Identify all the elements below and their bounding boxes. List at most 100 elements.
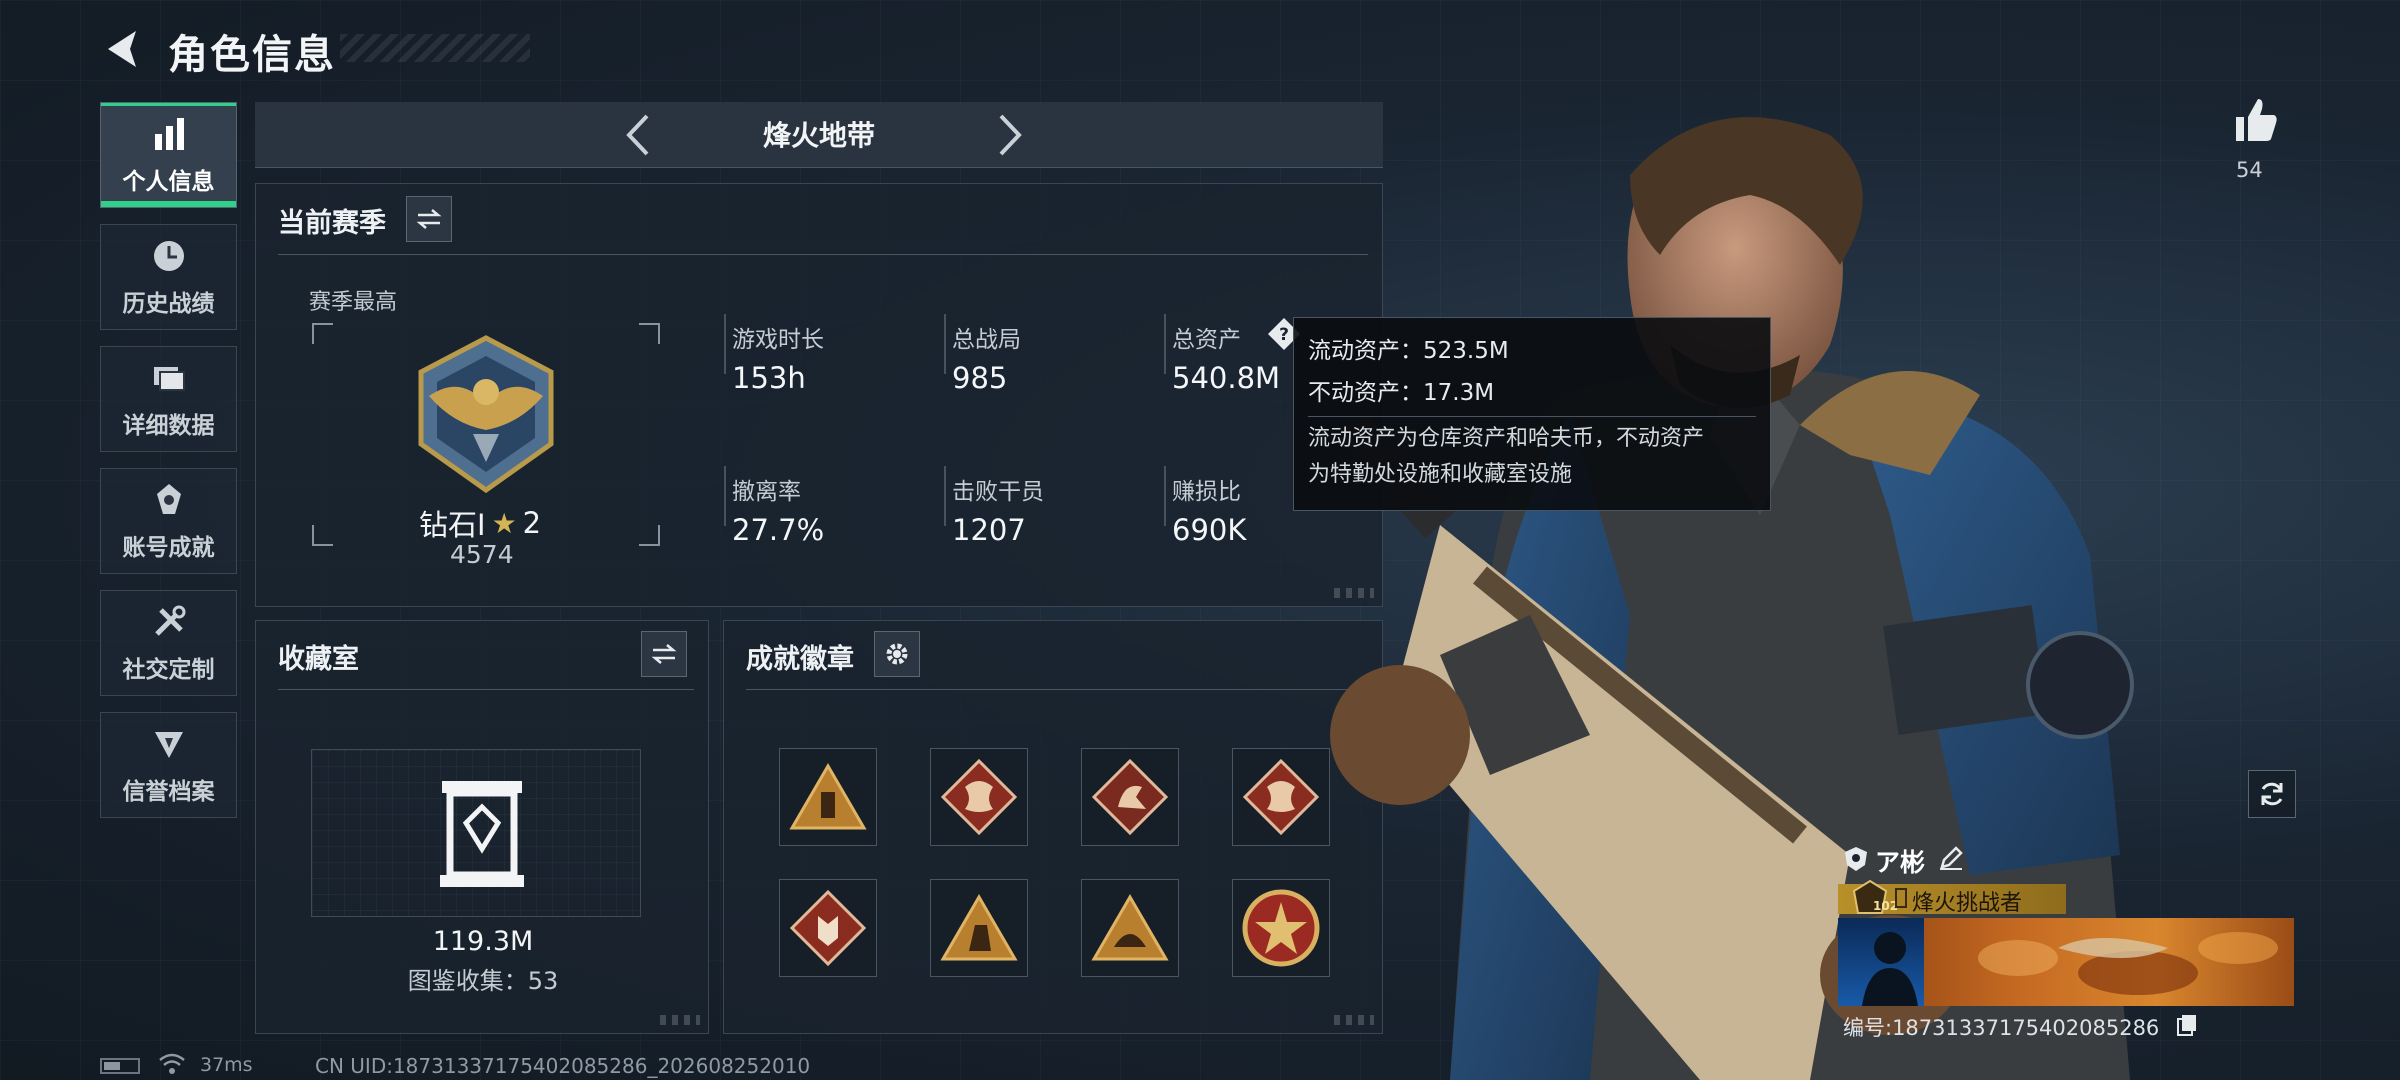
badge-slot[interactable] bbox=[930, 879, 1028, 977]
season-title: 当前赛季 bbox=[278, 208, 386, 239]
mode-selector: 烽火地带 bbox=[255, 102, 1383, 168]
rank-stars: 2 bbox=[522, 506, 542, 540]
player-avatar[interactable] bbox=[1838, 918, 1924, 1006]
switch-collection-button[interactable] bbox=[641, 631, 687, 677]
uid-text: CN UID:18731337175402085286_202608252010 bbox=[315, 1054, 811, 1078]
badge-slot[interactable] bbox=[1232, 879, 1330, 977]
credibility-icon bbox=[154, 732, 183, 758]
ping-text: 37ms bbox=[200, 1054, 253, 1076]
divider bbox=[1308, 416, 1756, 417]
collection-title: 收藏室 bbox=[278, 644, 359, 675]
avatar-silhouette bbox=[1862, 932, 1918, 1006]
stat-label-profit-ratio: 赚损比 bbox=[1172, 479, 1241, 505]
wrench-icon bbox=[154, 605, 185, 636]
assets-tooltip: 流动资产：523.5M 不动资产：17.3M 流动资产为仓库资产和哈夫币，不动资… bbox=[1293, 317, 1771, 511]
stat-divider bbox=[724, 466, 726, 526]
sidebar-item-label: 账号成就 bbox=[122, 535, 215, 561]
wolf-badge-icon bbox=[789, 889, 867, 967]
badges-title: 成就徽章 bbox=[746, 644, 854, 675]
stat-divider bbox=[724, 314, 726, 374]
shield-icon bbox=[1845, 847, 1867, 871]
dragon-badge-icon bbox=[940, 758, 1018, 836]
collection-panel: 收藏室 119.3M 图鉴收集：53 bbox=[255, 620, 709, 1034]
season-best-label: 赛季最高 bbox=[309, 290, 398, 315]
refresh-button[interactable] bbox=[2248, 770, 2296, 818]
tooltip-description-1: 流动资产为仓库资产和哈夫币，不动资产 bbox=[1308, 426, 1705, 451]
folder-icon bbox=[153, 367, 185, 391]
triangle-badge-icon bbox=[940, 894, 1018, 961]
badge-slot[interactable] bbox=[1232, 748, 1330, 846]
page-title: 角色信息 bbox=[168, 32, 336, 78]
badge-slot[interactable] bbox=[779, 748, 877, 846]
stat-value-profit-ratio: 690K bbox=[1172, 513, 1247, 547]
divider bbox=[278, 689, 694, 690]
sidebar-item-label: 信誉档案 bbox=[122, 779, 215, 805]
stat-value-extraction-rate: 27.7% bbox=[732, 513, 825, 547]
stat-divider bbox=[1164, 314, 1166, 374]
thumbs-up-icon[interactable] bbox=[2230, 95, 2280, 145]
sidebar-item-label: 详细数据 bbox=[122, 413, 215, 439]
swap-icon bbox=[416, 209, 442, 229]
badge-slot[interactable] bbox=[1081, 879, 1179, 977]
stat-value-matches: 985 bbox=[952, 361, 1008, 395]
achievement-icon bbox=[156, 484, 181, 514]
sidebar-item-achievements[interactable]: 账号成就 bbox=[100, 468, 237, 574]
sidebar-item-label: 个人信息 bbox=[122, 169, 215, 195]
svg-text:?: ? bbox=[1279, 325, 1289, 345]
corner-decoration bbox=[660, 1015, 700, 1025]
title-icon bbox=[1895, 888, 1907, 908]
gear-icon bbox=[886, 643, 908, 665]
clock-icon bbox=[153, 241, 184, 271]
chevron-right-icon[interactable] bbox=[983, 110, 1033, 160]
stat-label-assets: 总资产 bbox=[1172, 327, 1241, 353]
refresh-icon bbox=[2261, 782, 2283, 806]
edit-icon[interactable] bbox=[1938, 845, 1964, 871]
diamond-rank-emblem bbox=[418, 335, 554, 494]
stat-divider bbox=[1164, 466, 1166, 526]
tooltip-liquid-assets: 流动资产：523.5M bbox=[1308, 338, 1509, 364]
copy-icon[interactable] bbox=[2176, 1013, 2198, 1037]
sidebar-item-label: 历史战绩 bbox=[122, 291, 215, 317]
stat-label-extraction-rate: 撤离率 bbox=[732, 479, 801, 505]
stat-divider bbox=[944, 466, 946, 526]
player-name: ア彬 bbox=[1875, 848, 1926, 877]
player-title: 烽火挑战者 bbox=[1912, 891, 2023, 916]
rank-name-row: 钻石I ★ 2 bbox=[419, 502, 541, 544]
tooltip-fixed-assets: 不动资产：17.3M bbox=[1308, 380, 1495, 406]
player-id: 编号:18731337175402085286 bbox=[1843, 1016, 2160, 1040]
badges-panel: 成就徽章 bbox=[723, 620, 1383, 1034]
back-arrow-icon[interactable] bbox=[100, 25, 148, 73]
season-panel: 当前赛季 赛季最高 钻石I ★ 2 4574 游戏时长 153h 总战局 985… bbox=[255, 183, 1383, 607]
rank-name: 钻石I bbox=[419, 508, 486, 542]
tooltip-description-2: 为特勤处设施和收藏室设施 bbox=[1308, 462, 1573, 487]
swap-icon bbox=[651, 644, 677, 664]
catalog-count: 图鉴收集：53 bbox=[407, 967, 559, 995]
badge-slot[interactable] bbox=[930, 748, 1028, 846]
triangle-badge-icon bbox=[1091, 894, 1169, 961]
triangle-badge-icon bbox=[789, 763, 867, 830]
sidebar-item-label: 社交定制 bbox=[122, 657, 215, 683]
stat-value-assets: 540.8M bbox=[1172, 361, 1281, 395]
wifi-icon bbox=[159, 1053, 185, 1074]
like-count: 54 bbox=[2236, 158, 2263, 182]
switch-season-button[interactable] bbox=[406, 196, 452, 242]
sidebar-item-social[interactable]: 社交定制 bbox=[100, 590, 237, 696]
title-decoration bbox=[340, 34, 530, 62]
sidebar-item-credibility[interactable]: 信誉档案 bbox=[100, 712, 237, 818]
rank-score: 4574 bbox=[450, 540, 514, 569]
sidebar-item-personal-info[interactable]: 个人信息 bbox=[100, 102, 237, 208]
badge-settings-button[interactable] bbox=[874, 631, 920, 677]
battery-icon bbox=[100, 1058, 140, 1074]
dragon-badge-icon bbox=[1242, 758, 1320, 836]
collection-value: 119.3M bbox=[432, 926, 534, 957]
stat-label-matches: 总战局 bbox=[952, 327, 1021, 353]
sidebar-item-history[interactable]: 历史战绩 bbox=[100, 224, 237, 330]
medal-badge-icon bbox=[1242, 889, 1320, 967]
display-case-icon bbox=[440, 781, 524, 887]
sidebar-item-detail-data[interactable]: 详细数据 bbox=[100, 346, 237, 452]
badge-slot[interactable] bbox=[779, 879, 877, 977]
badge-slot[interactable] bbox=[1081, 748, 1179, 846]
star-icon: ★ bbox=[491, 506, 517, 540]
diamond-badge-icon bbox=[1091, 758, 1169, 836]
stat-value-kills: 1207 bbox=[952, 513, 1026, 547]
